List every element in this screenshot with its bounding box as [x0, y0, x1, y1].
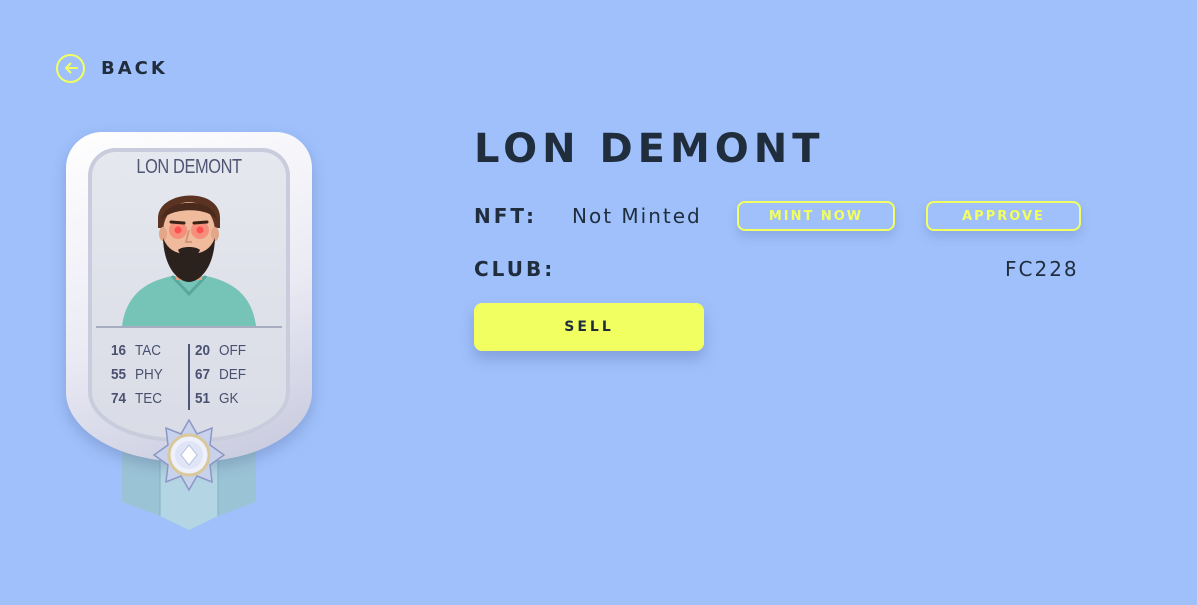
- rank-badge-icon: [152, 418, 226, 492]
- club-value: FC228: [1005, 257, 1079, 281]
- stat-gk: 51 GK: [194, 390, 239, 407]
- stat-phy: 55 PHY: [110, 366, 163, 383]
- approve-button[interactable]: APPROVE: [926, 201, 1081, 231]
- card-frame: LON DEMONT 16 TAC 55 PHY 74 TEC 20 OFF 6…: [66, 132, 312, 462]
- back-label: BACK: [101, 57, 168, 79]
- stat-tac: 16 TAC: [110, 342, 162, 359]
- card-face: LON DEMONT 16 TAC 55 PHY 74 TEC 20 OFF 6…: [88, 148, 290, 442]
- arrow-left-icon: [56, 53, 85, 83]
- card-divider: [96, 326, 282, 328]
- stat-off: 20 OFF: [194, 342, 246, 359]
- stat-tec: 74 TEC: [110, 390, 162, 407]
- sell-button[interactable]: SELL: [474, 303, 704, 351]
- player-avatar: [122, 195, 256, 326]
- club-label: CLUB:: [474, 257, 556, 281]
- nft-label: NFT:: [474, 204, 537, 228]
- stats-divider: [188, 344, 190, 410]
- stat-def: 67 DEF: [194, 366, 246, 383]
- player-title: LON DEMONT: [474, 126, 825, 172]
- nft-status: Not Minted: [572, 204, 702, 228]
- card-player-name: LON DEMONT: [136, 156, 242, 178]
- player-card: LON DEMONT 16 TAC 55 PHY 74 TEC 20 OFF 6…: [60, 128, 320, 538]
- mint-now-button[interactable]: MINT NOW: [737, 201, 895, 231]
- back-button[interactable]: BACK: [56, 52, 168, 84]
